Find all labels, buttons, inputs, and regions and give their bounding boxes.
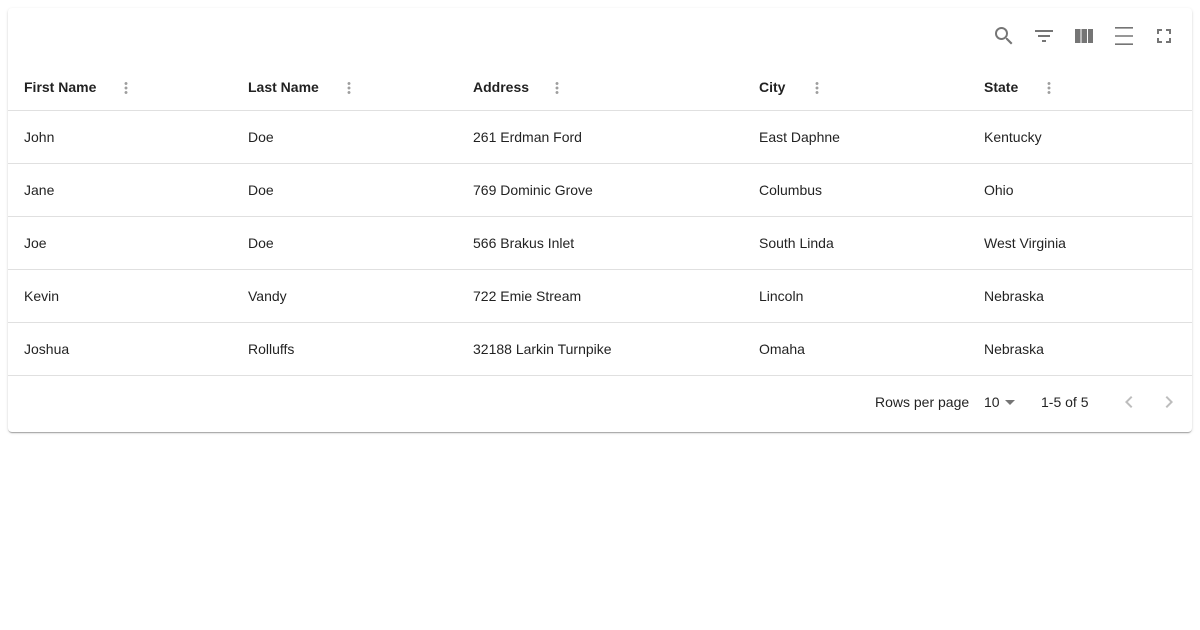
table-header-row: First Name Last Name Address City State <box>8 64 1192 111</box>
cell-state: Ohio <box>984 182 1014 198</box>
cell-state: West Virginia <box>984 235 1066 251</box>
cell-address: 566 Brakus Inlet <box>473 235 575 251</box>
cell-city: Omaha <box>759 341 805 357</box>
cell-state: Nebraska <box>984 288 1044 304</box>
chevron-left-icon <box>1125 396 1133 408</box>
density-button[interactable] <box>1104 16 1144 56</box>
next-page-button[interactable] <box>1149 382 1189 422</box>
cell-first-name: Joe <box>24 235 47 251</box>
density-icon <box>1115 27 1133 45</box>
table-row[interactable]: Kevin Vandy 722 Emie Stream Lincoln Nebr… <box>8 270 1192 323</box>
more-vert-icon <box>124 82 128 94</box>
cell-last-name: Rolluffs <box>248 341 295 357</box>
cell-last-name: Doe <box>248 129 274 145</box>
search-icon <box>995 27 1013 45</box>
cell-address: 722 Emie Stream <box>473 288 582 304</box>
table-row[interactable]: Joshua Rolluffs 32188 Larkin Turnpike Om… <box>8 323 1192 376</box>
cell-city: Columbus <box>759 182 823 198</box>
cell-address: 32188 Larkin Turnpike <box>473 341 612 357</box>
cell-address: 769 Dominic Grove <box>473 182 593 198</box>
data-table-card: First Name Last Name Address City State <box>8 8 1192 432</box>
column-menu-button[interactable] <box>337 76 361 100</box>
filter-button[interactable] <box>1024 16 1064 56</box>
cell-first-name: Kevin <box>24 288 60 304</box>
data-table: First Name Last Name Address City State <box>8 64 1192 376</box>
cell-state: Nebraska <box>984 341 1044 357</box>
rows-per-page-label: Rows per page <box>875 394 970 410</box>
previous-page-button[interactable] <box>1109 382 1149 422</box>
column-menu-button[interactable] <box>1037 76 1061 100</box>
rows-per-page-select[interactable]: 10 <box>984 389 1022 415</box>
cell-last-name: Doe <box>248 235 274 251</box>
column-header-last-name[interactable]: Last Name <box>248 64 319 110</box>
more-vert-icon <box>1047 82 1051 94</box>
cell-city: Lincoln <box>759 288 804 304</box>
cell-state: Kentucky <box>984 129 1042 145</box>
cell-address: 261 Erdman Ford <box>473 129 582 145</box>
cell-last-name: Doe <box>248 182 274 198</box>
table-pagination: Rows per page 10 1-5 of 5 <box>8 376 1192 432</box>
table-toolbar <box>8 8 1192 64</box>
arrow-drop-down-icon <box>1004 400 1015 405</box>
column-header-state[interactable]: State <box>984 64 1018 110</box>
column-menu-button[interactable] <box>114 76 138 100</box>
cell-city: South Linda <box>759 235 834 251</box>
column-header-first-name[interactable]: First Name <box>24 64 96 110</box>
filter-icon <box>1035 30 1053 42</box>
table-row[interactable]: Jane Doe 769 Dominic Grove Columbus Ohio <box>8 164 1192 217</box>
column-menu-button[interactable] <box>805 76 829 100</box>
table-row[interactable]: John Doe 261 Erdman Ford East Daphne Ken… <box>8 111 1192 164</box>
fullscreen-icon <box>1157 29 1171 43</box>
column-header-address[interactable]: Address <box>473 64 529 110</box>
more-vert-icon <box>555 82 559 94</box>
cell-last-name: Vandy <box>248 288 287 304</box>
search-button[interactable] <box>984 16 1024 56</box>
more-vert-icon <box>347 82 351 94</box>
columns-icon <box>1075 29 1093 43</box>
fullscreen-button[interactable] <box>1144 16 1184 56</box>
pagination-range: 1-5 of 5 <box>1041 394 1089 410</box>
more-vert-icon <box>815 82 819 94</box>
column-header-city[interactable]: City <box>759 64 785 110</box>
column-menu-button[interactable] <box>545 76 569 100</box>
table-row[interactable]: Joe Doe 566 Brakus Inlet South Linda Wes… <box>8 217 1192 270</box>
cell-first-name: Jane <box>24 182 55 198</box>
cell-first-name: John <box>24 129 55 145</box>
columns-button[interactable] <box>1064 16 1104 56</box>
cell-first-name: Joshua <box>24 341 70 357</box>
chevron-right-icon <box>1165 396 1173 408</box>
cell-city: East Daphne <box>759 129 840 145</box>
